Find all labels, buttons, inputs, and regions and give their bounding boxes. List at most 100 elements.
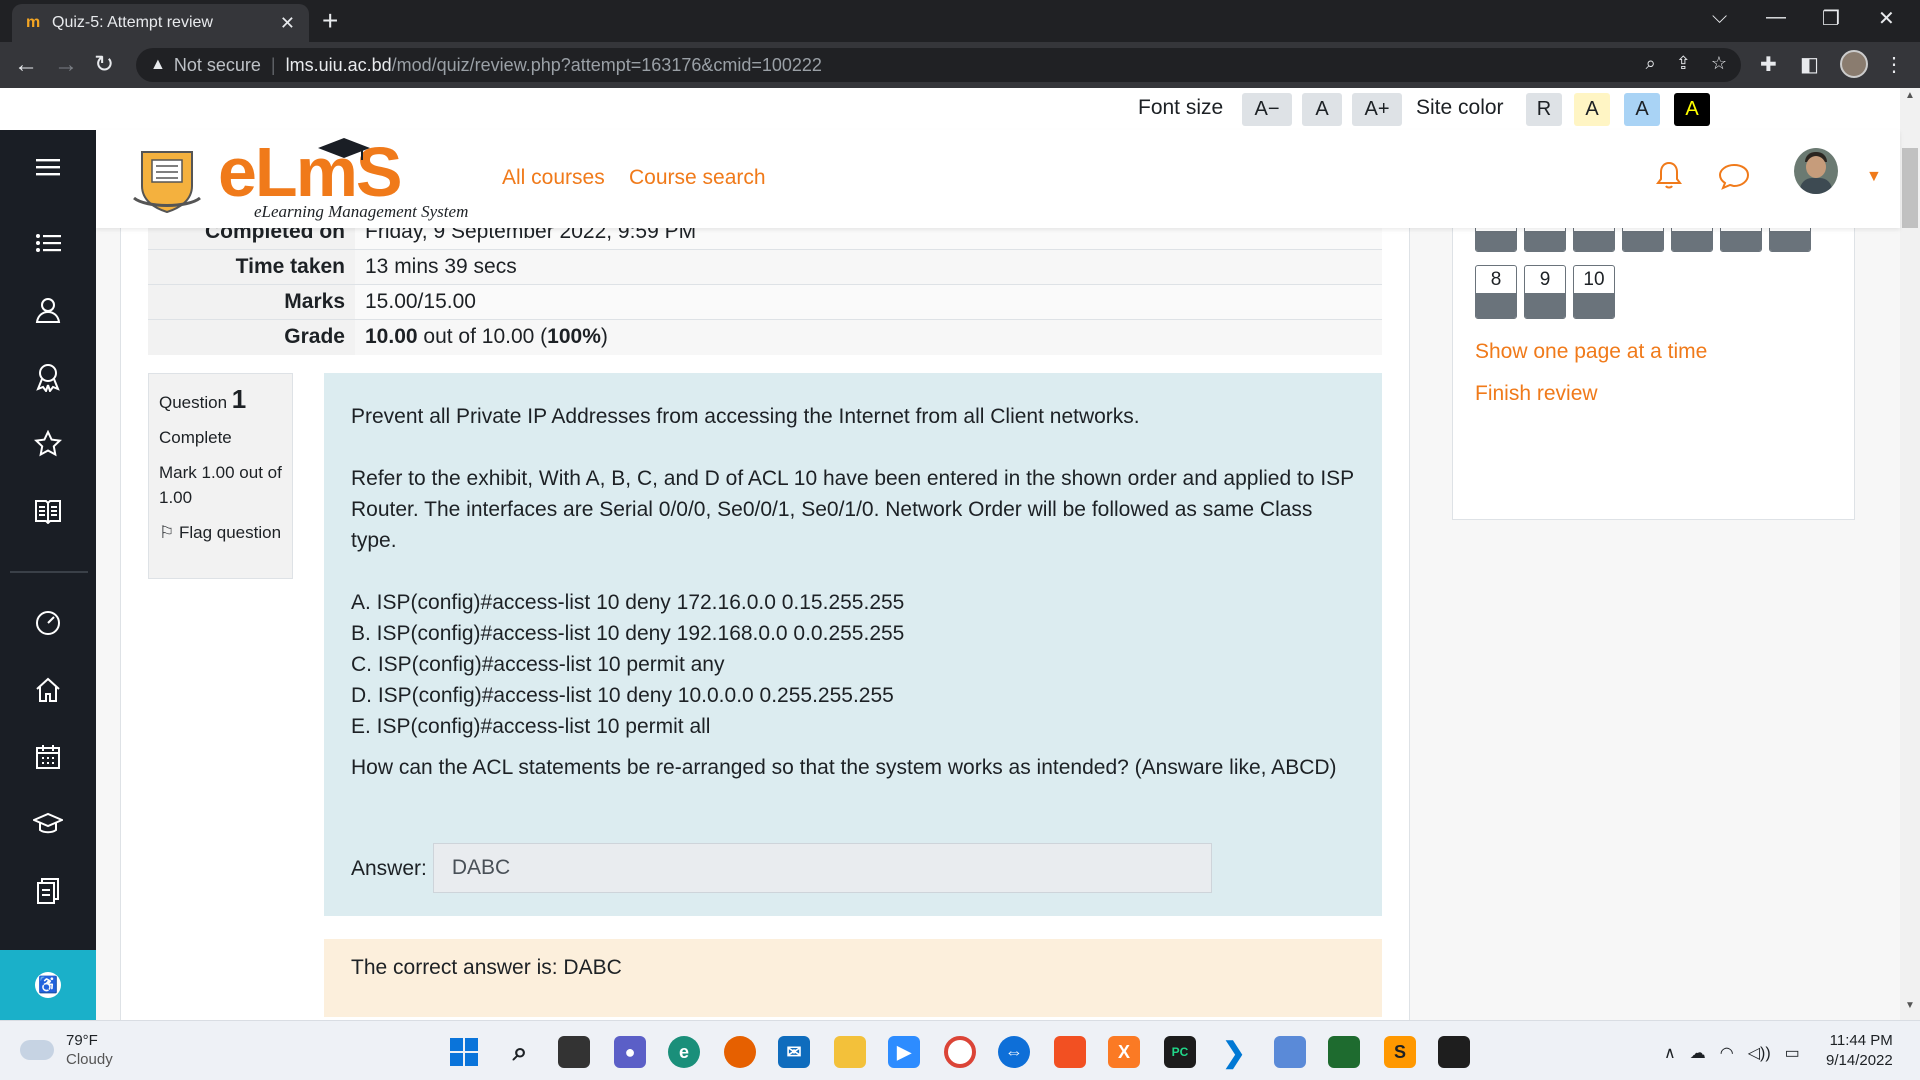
browser-toolbar: ← → ↻ ▲ Not secure | lms.uiu.ac.bd /mod/… (0, 42, 1920, 88)
dashboard-gauge-icon[interactable] (29, 604, 67, 642)
accessibility-button[interactable]: ♿ (0, 950, 96, 1020)
font-reset-button[interactable]: A (1302, 93, 1342, 126)
share-icon[interactable]: ⇪ (1676, 53, 1691, 74)
tab-close-icon[interactable]: ✕ (280, 13, 295, 34)
mortarboard-logo-icon (318, 138, 370, 160)
scroll-thumb[interactable] (1902, 148, 1918, 228)
windows-start-icon[interactable] (448, 1036, 480, 1068)
back-icon[interactable]: ← (14, 50, 38, 80)
university-crest-logo[interactable] (132, 146, 202, 216)
attempt-summary-table: Completed on Friday, 9 September 2022, 9… (148, 214, 1382, 355)
teams-chat-icon[interactable]: ● (614, 1036, 646, 1068)
teamviewer-icon[interactable]: ⇔ (998, 1036, 1030, 1068)
system-clock[interactable]: 11:44 PM 9/14/2022 (1826, 1031, 1893, 1071)
participants-icon[interactable] (29, 291, 67, 329)
browser-profile-avatar[interactable] (1840, 50, 1868, 78)
course-search-link[interactable]: Course search (629, 166, 766, 190)
cisco-packet-tracer-icon[interactable] (1328, 1036, 1360, 1068)
side-panel-icon[interactable]: ◧ (1800, 52, 1819, 77)
mail-icon[interactable]: ✉ (778, 1036, 810, 1068)
browser-tab[interactable]: m Quiz-5: Attempt review ✕ (12, 4, 309, 42)
file-explorer-icon[interactable] (834, 1036, 866, 1068)
question-content: Prevent all Private IP Addresses from ac… (324, 373, 1382, 916)
scroll-down-icon[interactable]: ▼ (1905, 1000, 1915, 1011)
hamburger-menu-icon[interactable] (29, 148, 67, 186)
new-tab-button[interactable]: + (322, 6, 338, 36)
windows-taskbar: 79°F Cloudy ⌕ ● e ✉ ▶ ⇔ X PC ❯ S ∧ ☁ ◠ ◁… (0, 1020, 1920, 1080)
edge-icon[interactable]: e (668, 1036, 700, 1068)
calendar-icon[interactable] (29, 738, 67, 776)
color-dark-button[interactable]: A (1674, 93, 1710, 126)
accessibility-icon: ♿ (35, 972, 61, 998)
flag-icon: ⚐ (159, 523, 179, 542)
extensions-icon[interactable]: ✚ (1760, 52, 1777, 77)
xampp-icon[interactable]: X (1108, 1036, 1140, 1068)
messages-chat-icon[interactable] (1718, 162, 1750, 195)
list-icon[interactable] (29, 224, 67, 262)
office-icon[interactable] (1054, 1036, 1086, 1068)
cloud-icon (20, 1040, 54, 1060)
summary-row-grade: Grade 10.00 out of 10.00 (100%) (148, 319, 1382, 355)
pycharm-icon[interactable]: PC (1164, 1036, 1196, 1068)
color-reset-button[interactable]: R (1526, 93, 1562, 126)
virtualbox-icon[interactable] (1274, 1036, 1306, 1068)
bookmark-star-icon[interactable]: ☆ (1711, 53, 1727, 74)
minimize-icon[interactable]: — (1766, 6, 1786, 29)
sublime-text-icon[interactable]: S (1384, 1036, 1416, 1068)
tab-search-icon[interactable]: ⌵ (1712, 6, 1727, 29)
task-view-icon[interactable] (558, 1036, 590, 1068)
answer-row: Answer: DABC (351, 843, 1212, 893)
font-increase-button[interactable]: A+ (1352, 93, 1402, 126)
finish-review-link[interactable]: Finish review (1475, 382, 1598, 406)
forward-icon[interactable]: → (54, 50, 78, 80)
flag-question-link[interactable]: ⚐ Flag question (159, 520, 282, 545)
user-avatar[interactable] (1794, 148, 1838, 194)
color-blue-button[interactable]: A (1624, 93, 1660, 126)
font-size-label: Font size (1138, 96, 1224, 119)
weather-temp: 79°F (66, 1032, 98, 1049)
zoom-icon[interactable]: ▶ (888, 1036, 920, 1068)
summary-value: 10.00 out of 10.00 (100%) (355, 320, 1382, 355)
figma-icon[interactable] (1438, 1036, 1470, 1068)
firefox-icon[interactable] (724, 1036, 756, 1068)
scroll-up-icon[interactable]: ▲ (1905, 90, 1915, 101)
zoom-icon[interactable]: ⌕ (1646, 53, 1656, 74)
badges-icon[interactable] (29, 358, 67, 396)
address-separator: | (270, 54, 276, 75)
question-prompt: How can the ACL statements be re-arrange… (351, 756, 1337, 779)
volume-icon[interactable]: ◁)) (1748, 1043, 1771, 1063)
show-one-page-link[interactable]: Show one page at a time (1475, 340, 1707, 364)
home-icon[interactable] (29, 671, 67, 709)
vscode-icon[interactable]: ❯ (1218, 1036, 1250, 1068)
option-e: E. ISP(config)#access-list 10 permit all (351, 715, 711, 738)
quiz-nav-button-8[interactable]: 8 (1475, 265, 1517, 319)
web-page: Font size A− A A+ Site color R A A A ♿ e… (0, 88, 1920, 1020)
chrome-icon[interactable] (944, 1036, 976, 1068)
quiz-nav-button-9[interactable]: 9 (1524, 265, 1566, 319)
content-bank-icon[interactable] (29, 872, 67, 910)
battery-icon[interactable]: ▭ (1785, 1043, 1800, 1063)
address-bar[interactable]: ▲ Not secure | lms.uiu.ac.bd /mod/quiz/r… (136, 48, 1741, 82)
search-icon[interactable]: ⌕ (504, 1036, 536, 1068)
weather-widget[interactable]: 79°F Cloudy (20, 1031, 113, 1069)
notifications-bell-icon[interactable] (1656, 160, 1682, 195)
all-courses-link[interactable]: All courses (502, 166, 605, 190)
star-icon[interactable] (29, 425, 67, 463)
reload-icon[interactable]: ↻ (94, 50, 114, 80)
page-scrollbar[interactable]: ▲ ▼ (1900, 88, 1920, 1020)
restore-icon[interactable]: ❐ (1822, 6, 1840, 31)
onedrive-icon[interactable]: ☁ (1690, 1043, 1706, 1063)
tray-overflow-icon[interactable]: ∧ (1664, 1043, 1676, 1063)
graduation-cap-icon[interactable] (29, 805, 67, 843)
close-window-icon[interactable]: ✕ (1878, 6, 1895, 31)
color-yellow-button[interactable]: A (1574, 93, 1610, 126)
summary-value: 15.00/15.00 (355, 285, 1382, 320)
quiz-nav-button-10[interactable]: 10 (1573, 265, 1615, 319)
user-menu-caret-icon[interactable]: ▼ (1866, 168, 1882, 186)
answer-field[interactable]: DABC (432, 843, 1212, 893)
warning-icon: ▲ (150, 56, 166, 73)
grades-book-icon[interactable] (29, 492, 67, 530)
font-decrease-button[interactable]: A− (1242, 93, 1292, 126)
wifi-icon[interactable]: ◠ (1720, 1043, 1734, 1063)
browser-menu-icon[interactable]: ⋮ (1884, 52, 1904, 77)
